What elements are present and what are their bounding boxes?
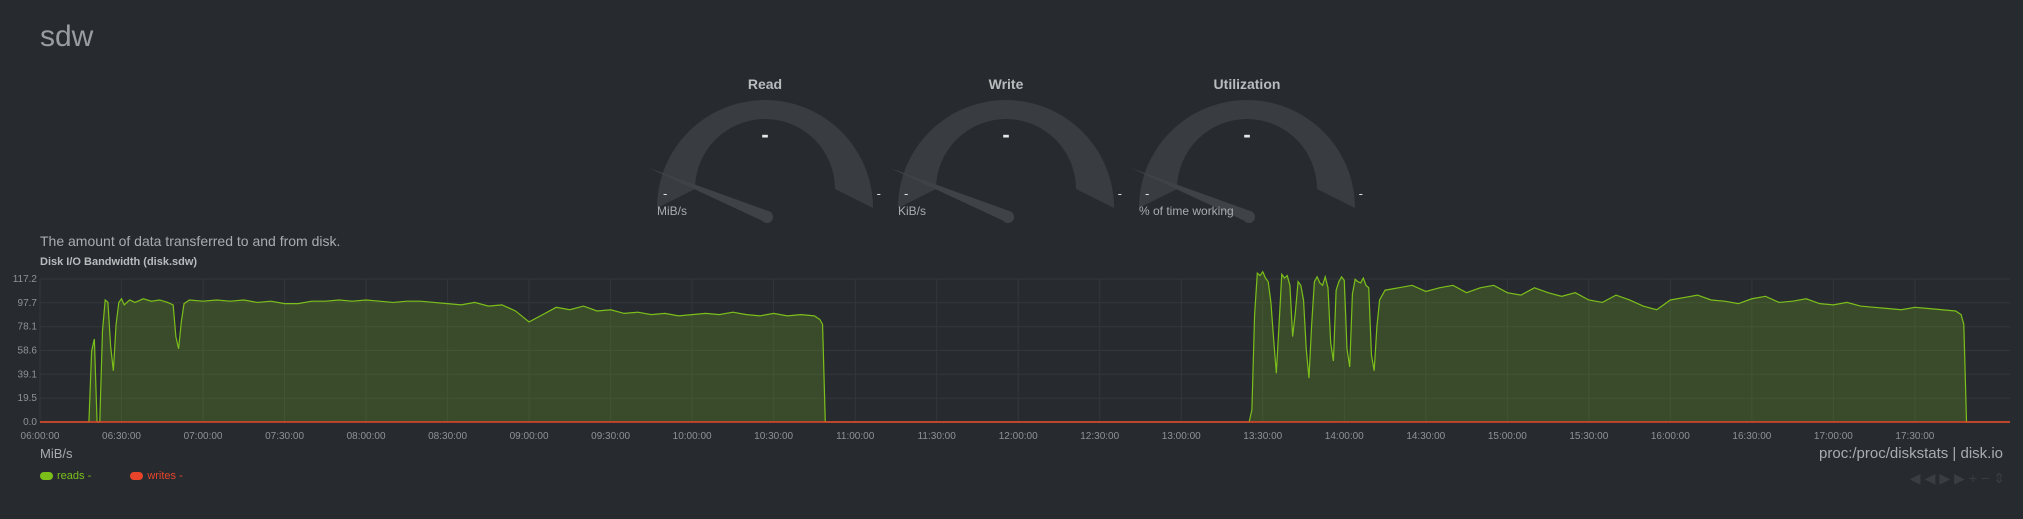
legend-value: - [87, 470, 92, 482]
gauge-title: Write [988, 76, 1024, 92]
legend-value: - [179, 470, 183, 482]
gauge-arc [1139, 100, 1355, 208]
legend-label: writes [147, 470, 177, 482]
x-tick-label: 15:30:00 [1569, 431, 1608, 442]
gauge-units: MiB/s [657, 204, 687, 218]
x-tick-label: 13:30:00 [1243, 431, 1282, 442]
y-tick-label: 39.1 [18, 369, 38, 380]
y-tick-label: 19.5 [18, 393, 38, 404]
y-tick-label: 97.7 [18, 298, 38, 309]
legend-item-reads[interactable]: reads - [40, 470, 91, 482]
gauge-value: - [1002, 122, 1010, 147]
chart-source: proc:/proc/diskstats | disk.io [1819, 445, 2003, 462]
x-tick-label: 14:00:00 [1325, 431, 1364, 442]
gauge-title: Utilization [1213, 76, 1281, 92]
gauge-max: - [1117, 186, 1122, 201]
gauge-min: - [1145, 186, 1150, 201]
gauge-min: - [663, 186, 668, 201]
x-tick-label: 11:30:00 [918, 431, 957, 442]
gauge-max: - [876, 186, 881, 201]
gauge-max: - [1358, 186, 1363, 201]
x-tick-label: 06:30:00 [102, 431, 141, 442]
reads-swatch [40, 472, 53, 481]
write-gauge: Write - - - KiB/s [886, 76, 1126, 226]
y-tick-label: 58.6 [18, 346, 38, 357]
reads-area [40, 271, 2010, 422]
gauge-value: - [761, 122, 769, 147]
read-gauge: Read - - - MiB/s [645, 76, 885, 226]
resize-icon[interactable]: ⇕ [1993, 470, 2009, 486]
fast-forward-icon[interactable]: ▶▶ [1939, 470, 1969, 486]
gauge-arc [657, 100, 873, 208]
gauge-title: Read [747, 76, 783, 92]
x-tick-label: 09:00:00 [510, 431, 549, 442]
x-tick-label: 12:00:00 [999, 431, 1038, 442]
x-tick-label: 15:00:00 [1488, 431, 1527, 442]
legend-label: reads [57, 470, 85, 482]
x-tick-label: 06:00:00 [21, 431, 60, 442]
x-tick-label: 10:30:00 [754, 431, 793, 442]
utilization-gauge: Utilization - - - % of time working [1127, 76, 1367, 226]
disk-title: sdw [40, 20, 94, 53]
x-tick-label: 08:30:00 [428, 431, 467, 442]
y-tick-label: 0.0 [23, 417, 37, 428]
writes-swatch [130, 472, 144, 481]
x-tick-label: 16:00:00 [1651, 431, 1690, 442]
gauge-units: % of time working [1139, 204, 1234, 218]
chart-nav-toolbar: ◀◀▶▶+−⇕ [1910, 470, 2009, 487]
x-tick-label: 17:00:00 [1814, 431, 1853, 442]
gauge-min: - [904, 186, 909, 201]
x-tick-label: 12:30:00 [1080, 431, 1119, 442]
zoom-in-icon[interactable]: + [1969, 470, 1981, 486]
x-tick-label: 17:30:00 [1895, 431, 1934, 442]
x-tick-label: 16:30:00 [1732, 431, 1771, 442]
gauge-arc [898, 100, 1114, 208]
x-tick-label: 07:30:00 [265, 431, 304, 442]
x-tick-label: 11:00:00 [836, 431, 875, 442]
legend-item-writes[interactable]: writes - [130, 470, 183, 482]
y-tick-label: 78.1 [18, 322, 38, 333]
x-tick-label: 09:30:00 [591, 431, 630, 442]
chart-title: Disk I/O Bandwidth (disk.sdw) [40, 256, 198, 268]
chart-legend: reads - writes - [40, 470, 219, 482]
gauge-units: KiB/s [898, 204, 927, 218]
chart-units: MiB/s [40, 446, 73, 461]
rewind-icon[interactable]: ◀◀ [1910, 470, 1940, 486]
gauge-value: - [1243, 122, 1251, 147]
y-tick-label: 117.2 [13, 274, 38, 285]
x-tick-label: 14:30:00 [1406, 431, 1445, 442]
bandwidth-chart[interactable]: 0.0 19.5 39.1 58.6 78.1 97.7 117.2 06:00:00 06:3… [0, 268, 2023, 444]
zoom-out-icon[interactable]: − [1981, 470, 1993, 486]
x-tick-label: 10:00:00 [673, 431, 712, 442]
chart-info-text: The amount of data transferred to and fr… [40, 233, 341, 249]
x-tick-label: 08:00:00 [347, 431, 386, 442]
x-tick-label: 13:00:00 [1162, 431, 1201, 442]
x-tick-label: 07:00:00 [184, 431, 223, 442]
